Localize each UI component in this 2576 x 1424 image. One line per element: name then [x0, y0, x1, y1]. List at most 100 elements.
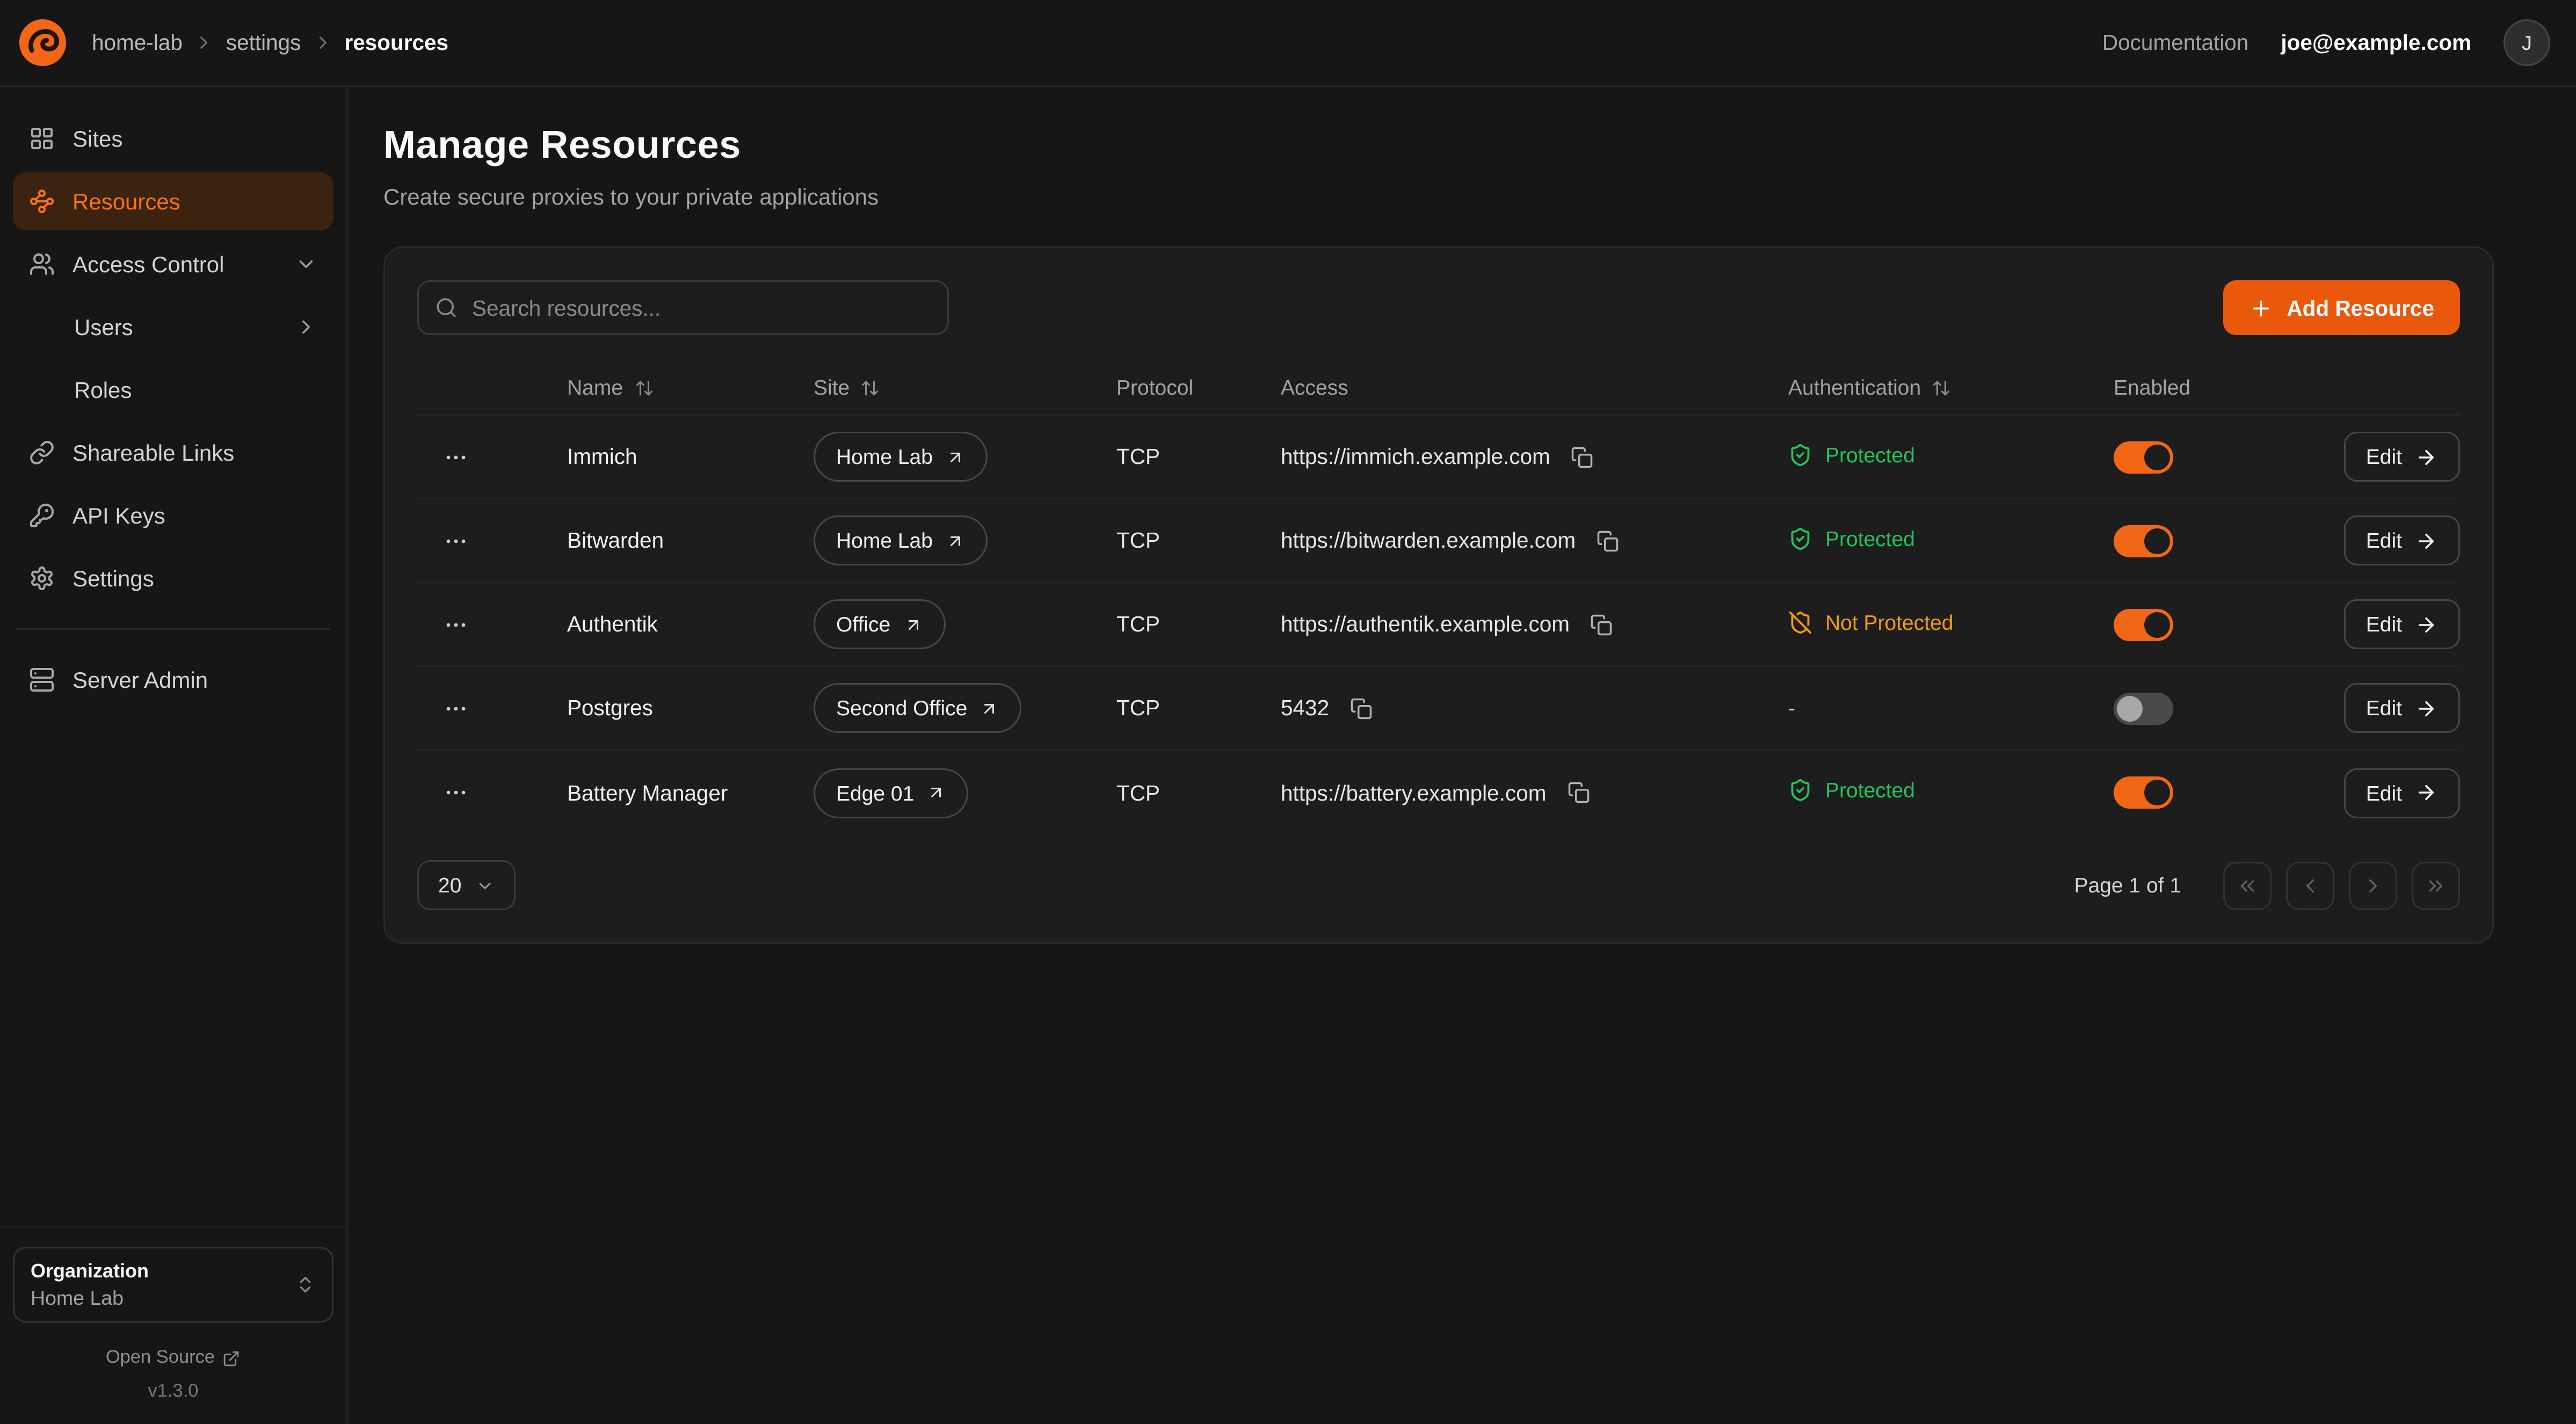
sidebar-item-access-control[interactable]: Access Control	[13, 235, 333, 293]
enabled-toggle[interactable]	[2114, 525, 2173, 557]
shield-off-icon	[1788, 610, 1812, 634]
row-menu-button[interactable]	[438, 523, 474, 558]
edit-label: Edit	[2366, 612, 2402, 636]
auth-badge: Protected	[1788, 526, 1915, 550]
sidebar-item-label: Users	[74, 314, 133, 340]
copy-icon[interactable]	[1587, 610, 1616, 639]
shell: Sites Resources Access Control Users	[0, 87, 2576, 1424]
sidebar-item-label: Resources	[72, 188, 180, 214]
edit-button[interactable]: Edit	[2343, 683, 2460, 733]
organization-selector[interactable]: Organization Home Lab	[13, 1247, 333, 1323]
open-source-label: Open Source	[106, 1348, 215, 1368]
resource-protocol: TCP	[1116, 781, 1281, 805]
column-header-protocol: Protocol	[1116, 375, 1281, 399]
organization-label: Organization	[31, 1260, 295, 1282]
next-page-button[interactable]	[2349, 861, 2397, 910]
column-header-name[interactable]: Name	[567, 375, 814, 399]
site-link[interactable]: Home Lab	[814, 515, 988, 565]
previous-page-button[interactable]	[2286, 861, 2334, 910]
server-icon	[29, 667, 55, 693]
page-size-select[interactable]: 20	[417, 860, 516, 910]
sort-icon	[634, 378, 654, 397]
auth-badge: -	[1788, 696, 1795, 720]
sidebar-item-roles[interactable]: Roles	[13, 361, 333, 419]
sidebar-item-api-keys[interactable]: API Keys	[13, 486, 333, 544]
sidebar-item-sites[interactable]: Sites	[13, 110, 333, 168]
plus-icon	[2250, 296, 2274, 320]
edit-button[interactable]: Edit	[2343, 768, 2460, 818]
site-link[interactable]: Office	[814, 599, 945, 649]
resource-access: 5432	[1281, 696, 1329, 720]
documentation-link[interactable]: Documentation	[2102, 31, 2248, 55]
copy-icon[interactable]	[1568, 442, 1597, 471]
edit-button[interactable]: Edit	[2343, 599, 2460, 649]
ellipsis-icon	[443, 528, 469, 554]
enabled-toggle[interactable]	[2114, 692, 2173, 724]
row-menu-button[interactable]	[438, 691, 474, 726]
row-menu-button[interactable]	[438, 775, 474, 810]
chevron-down-icon	[295, 253, 317, 275]
resources-card: Add Resource Name Site Protocol Acce	[383, 246, 2494, 944]
row-menu-button[interactable]	[438, 607, 474, 642]
resource-protocol: TCP	[1116, 528, 1281, 553]
add-resource-button[interactable]: Add Resource	[2224, 280, 2460, 335]
resource-name: Postgres	[567, 696, 814, 720]
search-box	[417, 280, 949, 335]
enabled-toggle[interactable]	[2114, 441, 2173, 473]
resource-name: Authentik	[567, 612, 814, 636]
sidebar-item-shareable-links[interactable]: Shareable Links	[13, 424, 333, 482]
first-page-button[interactable]	[2223, 861, 2272, 910]
arrow-up-right-icon	[927, 783, 946, 802]
table-row: Postgres Second Office TCP 5432 -	[417, 667, 2460, 751]
chevrons-right-icon	[2425, 874, 2447, 897]
auth-badge: Protected	[1788, 442, 1915, 467]
copy-icon[interactable]	[1593, 526, 1622, 555]
auth-status: Protected	[1825, 778, 1915, 802]
row-menu-button[interactable]	[438, 439, 474, 475]
arrow-up-right-icon	[980, 699, 999, 718]
site-name: Office	[836, 612, 890, 636]
arrow-up-right-icon	[946, 447, 965, 467]
breadcrumb-home-lab[interactable]: home-lab	[92, 31, 183, 55]
auth-badge: Protected	[1788, 778, 1915, 802]
sidebar-item-settings[interactable]: Settings	[13, 549, 333, 607]
column-header-authentication[interactable]: Authentication	[1788, 375, 2114, 399]
waypoints-icon	[29, 188, 55, 214]
breadcrumb-settings[interactable]: settings	[226, 31, 301, 55]
site-link[interactable]: Edge 01	[814, 768, 969, 818]
avatar-initial: J	[2522, 32, 2532, 54]
avatar[interactable]: J	[2504, 19, 2550, 66]
copy-icon[interactable]	[1347, 694, 1376, 723]
resource-protocol: TCP	[1116, 696, 1281, 720]
breadcrumb-resources[interactable]: resources	[344, 31, 448, 55]
user-email[interactable]: joe@example.com	[2281, 31, 2471, 55]
edit-button[interactable]: Edit	[2343, 432, 2460, 482]
pangolin-logo-icon	[17, 18, 67, 68]
card-footer: 20 Page 1 of 1	[417, 860, 2460, 910]
column-header-site[interactable]: Site	[814, 375, 1116, 399]
open-source-link[interactable]: Open Source	[13, 1348, 333, 1368]
search-input[interactable]	[417, 280, 949, 335]
sidebar-item-resources[interactable]: Resources	[13, 172, 333, 230]
edit-label: Edit	[2366, 528, 2402, 553]
enabled-toggle[interactable]	[2114, 776, 2173, 809]
table-body: Immich Home Lab TCP https://immich.examp…	[417, 416, 2460, 834]
sidebar-item-label: Access Control	[72, 251, 224, 277]
resource-name: Battery Manager	[567, 781, 814, 805]
grid-icon	[29, 126, 55, 151]
copy-icon[interactable]	[1564, 778, 1593, 807]
arrow-right-icon	[2415, 697, 2437, 720]
edit-button[interactable]: Edit	[2343, 515, 2460, 565]
sidebar-item-label: Roles	[74, 377, 132, 403]
enabled-toggle[interactable]	[2114, 608, 2173, 641]
site-link[interactable]: Second Office	[814, 683, 1022, 733]
auth-status: Not Protected	[1825, 610, 1954, 634]
users-icon	[29, 251, 55, 277]
last-page-button[interactable]	[2412, 861, 2460, 910]
site-link[interactable]: Home Lab	[814, 432, 988, 482]
page-title: Manage Resources	[383, 124, 2576, 169]
sidebar-item-server-admin[interactable]: Server Admin	[13, 651, 333, 709]
sidebar-item-users[interactable]: Users	[13, 298, 333, 356]
column-header-access: Access	[1281, 375, 1788, 399]
app-logo[interactable]	[16, 17, 68, 69]
